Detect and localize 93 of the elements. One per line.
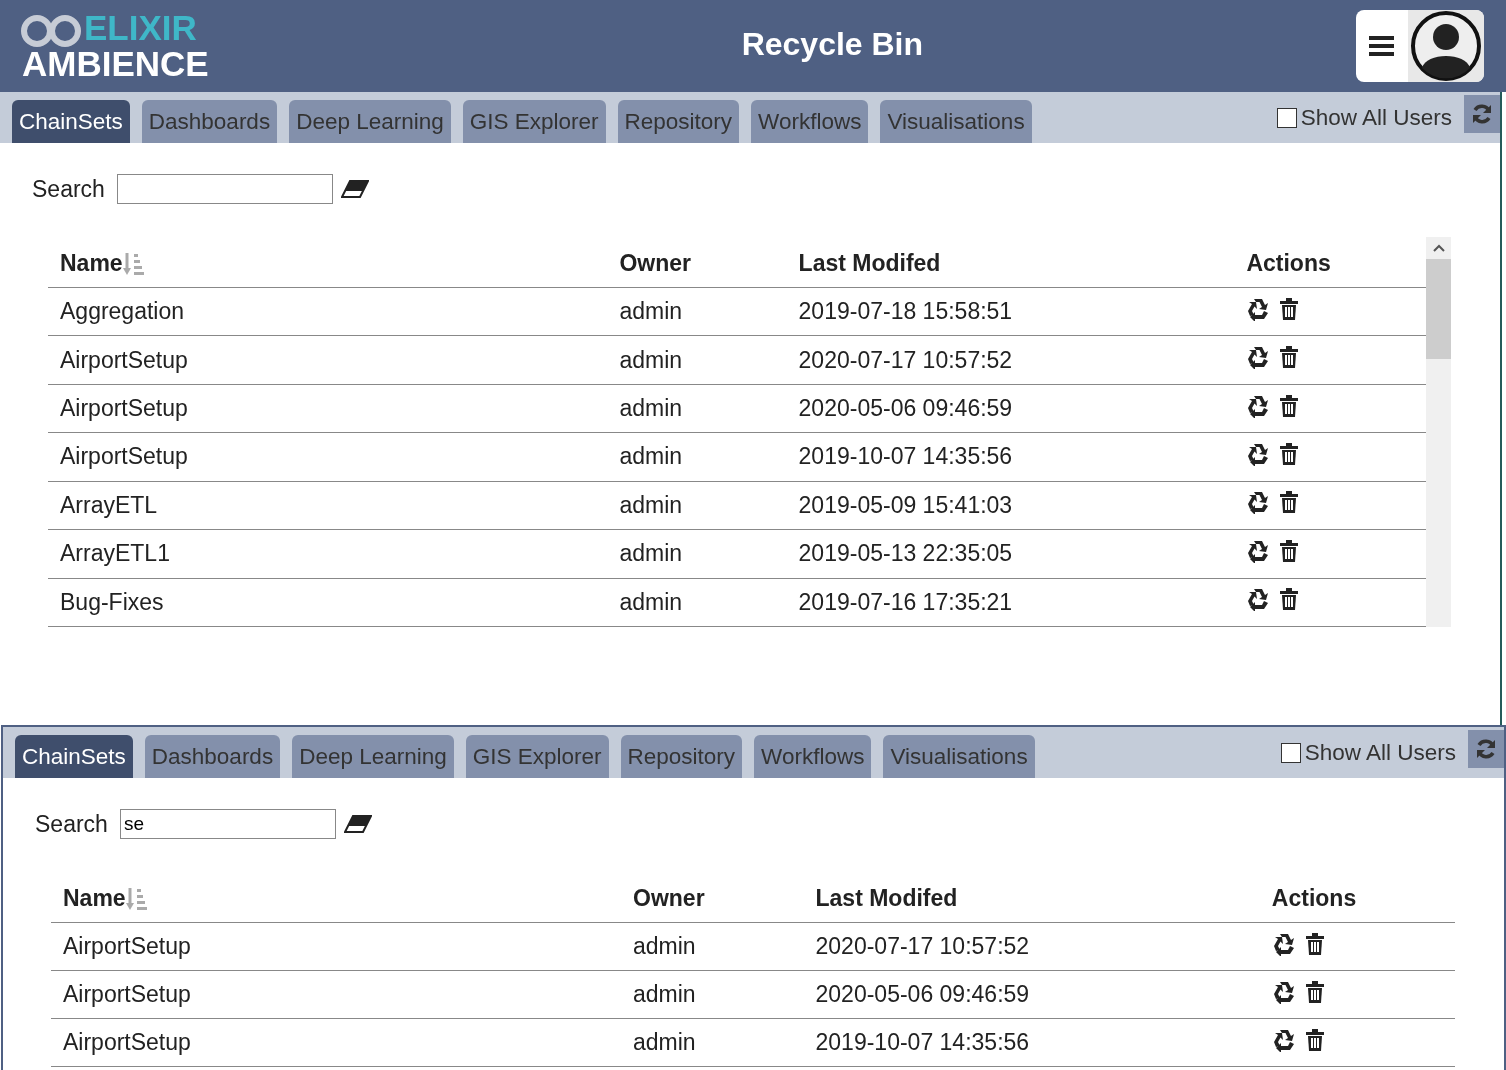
scrollbar[interactable] [1426,237,1451,627]
tab[interactable]: Dashboards [144,735,281,778]
table-cell: 2019-05-13 22:35:05 [798,540,1013,567]
logo-wordmark: AMBIENCE [22,46,209,82]
trash-icon[interactable] [1280,491,1299,514]
table-cell: Bug-Fixes [60,588,164,615]
checkbox[interactable] [1276,107,1297,128]
table-cell: ArrayETL1 [60,540,170,567]
table-cell: 2019-07-18 15:58:51 [798,298,1013,325]
recycle-icon[interactable] [1271,1027,1296,1052]
table-cell: Aggregation [60,298,185,325]
checkbox-label: Show All Users [1300,104,1452,131]
table-cell: AirportSetup [60,346,188,373]
table-cell: 2019-10-07 14:35:56 [798,443,1013,470]
tab[interactable]: GIS Explorer [462,100,606,143]
table-cell: AirportSetup [63,981,191,1007]
recycle-icon[interactable] [1246,538,1271,563]
column-header: Last Modifed [815,885,958,912]
table-cell: admin [619,540,683,567]
logo-icon [20,14,82,48]
column-header[interactable]: Name [63,885,126,912]
column-header: Actions [1271,885,1357,912]
tab[interactable]: Dashboards [141,100,278,143]
eraser-icon[interactable] [340,180,369,198]
table-cell: admin [619,588,683,615]
column-header: Last Modifed [798,250,941,277]
table-cell: 2020-07-17 10:57:52 [798,346,1013,373]
search-label: Search [32,175,105,203]
search-field[interactable] [116,174,333,204]
trash-icon[interactable] [1305,980,1324,1003]
table-cell: 2019-05-09 15:41:03 [798,491,1013,518]
trash-icon[interactable] [1280,394,1299,417]
table-cell: admin [619,443,683,470]
table-cell: 2020-07-17 10:57:52 [815,933,1030,959]
tab[interactable]: Repository [617,100,740,143]
tab[interactable]: GIS Explorer [465,735,609,778]
menu-icon[interactable] [1368,34,1396,58]
user-menu[interactable] [1356,10,1484,82]
table-cell: 2020-05-06 09:46:59 [798,395,1013,422]
avatar-icon[interactable] [1410,10,1482,82]
column-header[interactable]: Name [60,250,123,277]
trash-icon[interactable] [1280,297,1299,320]
search-field[interactable]: se [119,809,336,839]
tab[interactable]: Deep Learning [292,735,454,778]
tab[interactable]: Workflows [751,100,869,143]
table-cell: admin [619,395,683,422]
trash-icon[interactable] [1280,442,1299,465]
tab[interactable]: Visualisations [880,100,1032,143]
tab[interactable]: Visualisations [883,735,1035,778]
table-cell: 2020-05-06 09:46:59 [815,981,1030,1007]
trash-icon[interactable] [1280,346,1299,369]
recycle-icon[interactable] [1246,441,1271,466]
logo-wordmark: ELIXIR [84,10,198,46]
checkbox[interactable] [1280,742,1301,763]
refresh-button[interactable] [1468,729,1504,768]
trash-icon[interactable] [1280,539,1299,562]
eraser-icon[interactable] [343,815,372,833]
table-cell: admin [619,346,683,373]
recycle-icon[interactable] [1271,979,1296,1004]
table-cell: AirportSetup [63,1029,191,1055]
table-cell: AirportSetup [63,933,191,959]
recycle-icon[interactable] [1271,931,1296,956]
table-cell: 2019-10-07 14:35:56 [815,1029,1030,1055]
trash-icon[interactable] [1305,1028,1324,1051]
table-cell: 2019-07-16 17:35:21 [798,588,1013,615]
table-cell: AirportSetup [60,395,188,422]
table-cell: admin [619,298,683,325]
trash-icon[interactable] [1305,932,1324,955]
table-cell: AirportSetup [60,443,188,470]
recycle-icon[interactable] [1246,296,1271,321]
page-title: Recycle Bin [740,25,925,63]
column-header: Actions [1246,250,1331,277]
table-cell: admin [619,491,683,518]
refresh-button[interactable] [1464,94,1500,133]
table-cell: admin [633,1029,696,1055]
recycle-icon[interactable] [1246,490,1271,515]
chevron-up-icon[interactable] [1432,243,1445,253]
tab[interactable]: Workflows [754,735,872,778]
checkbox-label: Show All Users [1304,739,1456,766]
recycle-icon[interactable] [1246,345,1271,370]
table-cell: admin [633,981,696,1007]
column-header: Owner [633,885,705,912]
tab[interactable]: Repository [620,735,743,778]
recycle-icon[interactable] [1246,393,1271,418]
tab[interactable]: ChainSets [15,735,133,778]
trash-icon[interactable] [1280,588,1299,611]
tab[interactable]: Deep Learning [289,100,451,143]
table-cell: admin [633,933,696,959]
tab[interactable]: ChainSets [12,100,130,143]
table-cell: ArrayETL [60,491,158,518]
column-header: Owner [619,250,692,277]
search-label: Search [35,810,108,838]
recycle-icon[interactable] [1246,587,1271,612]
